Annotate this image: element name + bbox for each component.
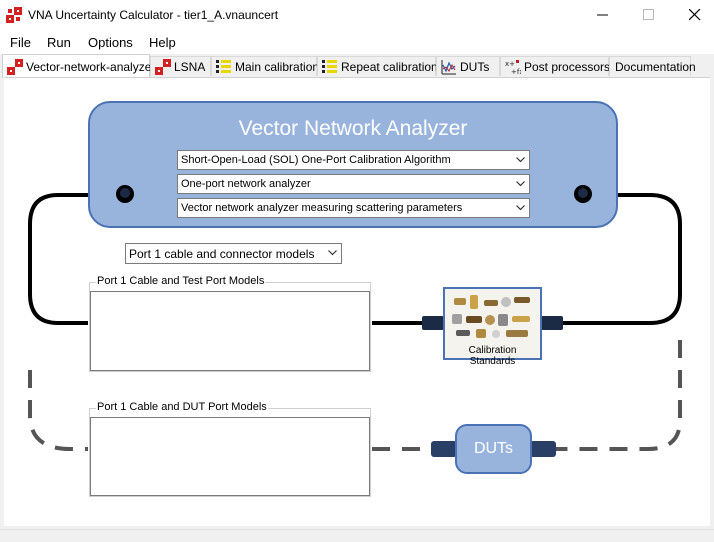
dut-dashed-cable-left xyxy=(28,370,88,451)
analyzer-type-dropdown[interactable]: One-port network analyzer xyxy=(177,174,530,194)
connector-left-dut xyxy=(431,441,457,457)
chevron-down-icon xyxy=(516,205,525,211)
port1-models-dropdown[interactable]: Port 1 cable and connector models xyxy=(125,243,342,264)
chevron-down-icon xyxy=(328,250,337,256)
vna-title: Vector Network Analyzer xyxy=(238,117,468,140)
duts-label: DUTs xyxy=(473,440,514,457)
duts-button[interactable]: DUTs xyxy=(455,424,532,474)
algorithm-value: Short-Open-Load (SOL) One-Port Calibrati… xyxy=(181,154,451,166)
test-port-models-list[interactable] xyxy=(90,291,370,371)
calibration-standards-image xyxy=(452,295,530,338)
calibration-standards-button[interactable]: Calibration Standards xyxy=(443,287,542,367)
port2-connector-icon xyxy=(574,185,592,203)
dut-dashed-cable-right xyxy=(556,340,682,451)
connector-right-cal xyxy=(541,316,563,330)
dut-port-models-group: Port 1 Cable and DUT Port Models xyxy=(89,401,371,497)
dut-port-models-label: Port 1 Cable and DUT Port Models xyxy=(96,401,268,413)
connector-right-dut xyxy=(530,441,556,457)
dut-port-models-list[interactable] xyxy=(90,417,370,496)
test-port-models-group: Port 1 Cable and Test Port Models xyxy=(89,275,371,372)
calibration-standards-label: Calibration Standards xyxy=(468,345,517,367)
measurement-type-dropdown[interactable]: Vector network analyzer measuring scatte… xyxy=(177,198,530,218)
connector-left-cal xyxy=(422,316,444,330)
algorithm-dropdown[interactable]: Short-Open-Load (SOL) One-Port Calibrati… xyxy=(177,150,530,170)
test-port-models-label: Port 1 Cable and Test Port Models xyxy=(96,275,266,287)
port1-connector-icon xyxy=(116,185,134,203)
measurement-type-value: Vector network analyzer measuring scatte… xyxy=(181,202,463,214)
chevron-down-icon xyxy=(516,157,525,163)
analyzer-type-value: One-port network analyzer xyxy=(181,178,311,190)
status-bar xyxy=(0,529,714,542)
port1-models-value: Port 1 cable and connector models xyxy=(129,247,315,261)
chevron-down-icon xyxy=(516,181,525,187)
